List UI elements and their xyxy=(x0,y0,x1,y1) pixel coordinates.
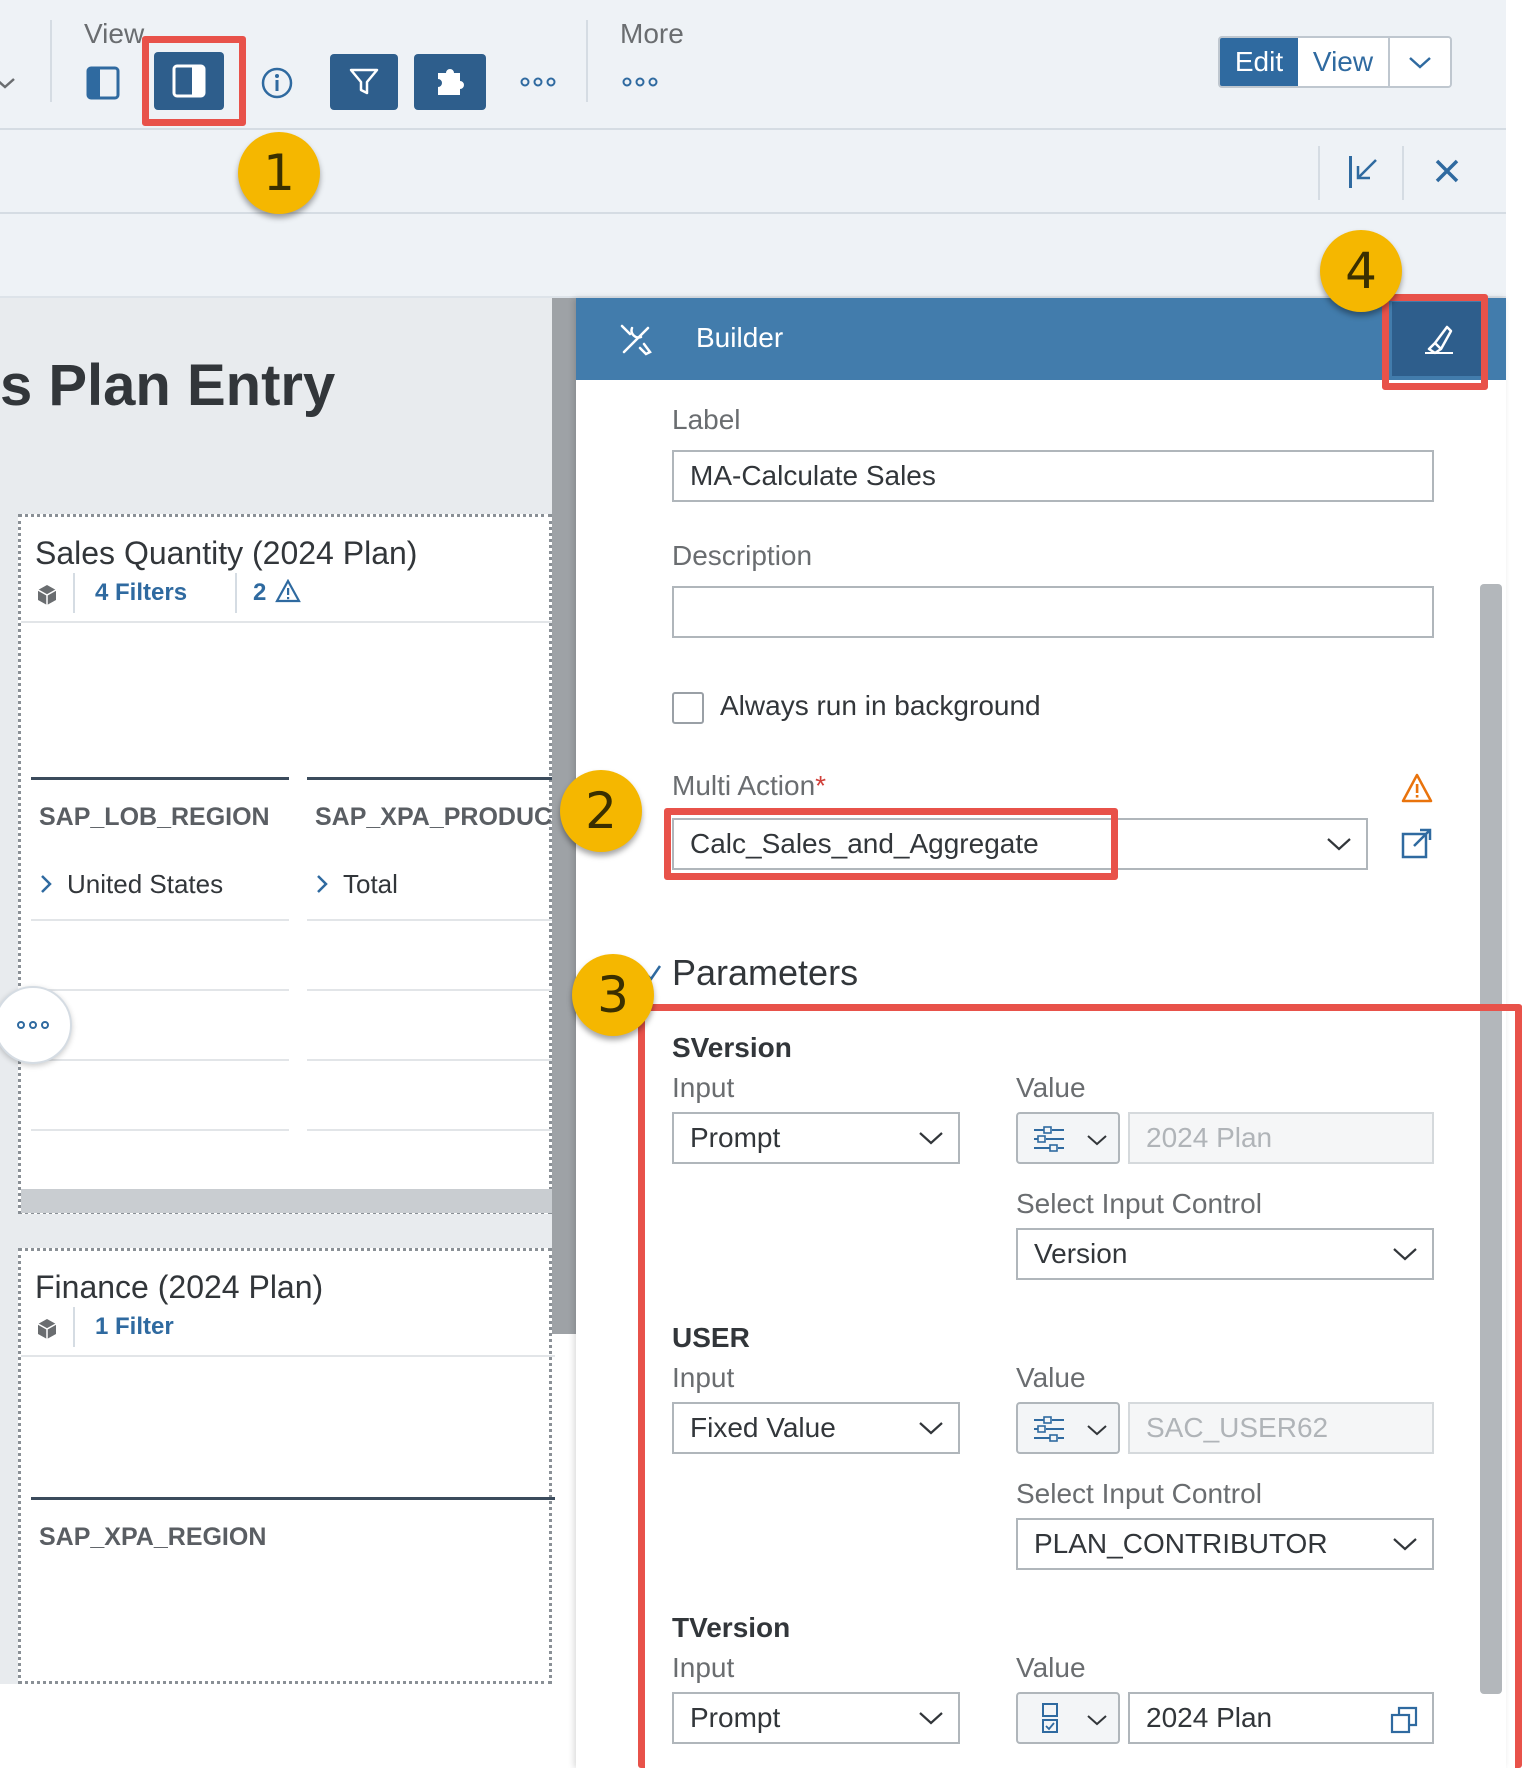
tools-icon xyxy=(620,324,652,356)
sales-quantity-table-card[interactable]: Sales Quantity (2024 Plan) 4 Filters 2 S… xyxy=(18,514,555,1214)
extensions-button[interactable] xyxy=(414,54,486,110)
column-header-rule xyxy=(31,1497,555,1500)
step-2-highlight xyxy=(664,808,1118,880)
divider xyxy=(21,1355,555,1357)
warning-icon[interactable] xyxy=(1400,772,1434,804)
row-divider xyxy=(307,1059,555,1061)
mode-segmented-button: Edit View xyxy=(1218,36,1452,88)
step-badge-4: 4 xyxy=(1320,230,1402,312)
toolbar-divider xyxy=(586,20,588,102)
column-header-lob-region[interactable]: SAP_LOB_REGION xyxy=(39,803,289,832)
filter-button[interactable] xyxy=(330,54,398,110)
divider xyxy=(73,1307,75,1347)
row-label: United States xyxy=(67,869,224,899)
view-overflow-button[interactable] xyxy=(520,76,556,88)
cube-icon xyxy=(37,1319,57,1339)
tertiary-bar xyxy=(0,214,1506,298)
collapse-arrow-icon xyxy=(1349,156,1377,188)
filter-icon xyxy=(349,68,379,95)
warning-icon xyxy=(275,578,301,603)
warnings-count-link[interactable]: 2 xyxy=(253,578,301,607)
close-button[interactable] xyxy=(1432,156,1462,186)
row-expand-united-states[interactable]: United States xyxy=(39,869,223,900)
bar-divider xyxy=(1318,146,1320,200)
chevron-down-icon xyxy=(1409,57,1431,69)
row-divider xyxy=(307,919,555,921)
chevron-down-icon xyxy=(1327,838,1351,851)
more-horizontal-icon xyxy=(17,1021,49,1029)
divider xyxy=(235,573,237,613)
step-badge-2: 2 xyxy=(560,770,642,852)
description-input[interactable] xyxy=(672,586,1434,638)
step-1-highlight xyxy=(142,36,246,126)
open-external-icon[interactable] xyxy=(1400,826,1434,860)
close-icon xyxy=(1435,159,1459,183)
builder-panel-title: Builder xyxy=(696,322,784,353)
row-divider xyxy=(31,919,289,921)
top-toolbar: View More Edit View xyxy=(0,0,1506,130)
always-run-background-label: Always run in background xyxy=(720,690,1041,721)
column-header-rule xyxy=(307,777,555,780)
step-4-highlight xyxy=(1382,294,1488,390)
info-button[interactable] xyxy=(260,66,294,100)
edit-mode-button[interactable]: Edit xyxy=(1220,38,1298,86)
row-divider xyxy=(31,989,289,991)
required-marker: * xyxy=(815,770,827,801)
row-divider xyxy=(31,1129,289,1131)
chevron-down-icon[interactable] xyxy=(0,72,16,94)
divider xyxy=(21,621,555,623)
more-overflow-button[interactable] xyxy=(622,76,658,88)
toolbar-divider xyxy=(50,20,52,102)
card-title: Finance (2024 Plan) xyxy=(35,1269,324,1305)
step-badge-1: 1 xyxy=(238,132,320,214)
row-divider xyxy=(307,989,555,991)
puzzle-icon xyxy=(438,69,464,95)
info-icon xyxy=(261,67,293,99)
filters-link[interactable]: 4 Filters xyxy=(95,579,187,607)
left-panel-icon xyxy=(86,66,120,100)
horizontal-scrollbar[interactable] xyxy=(21,1189,555,1213)
finance-table-card[interactable]: Finance (2024 Plan) 1 Filter SAP_XPA_REG… xyxy=(18,1248,555,1684)
card-title: Sales Quantity (2024 Plan) xyxy=(35,535,418,571)
multi-action-label: Multi Action* xyxy=(672,770,826,802)
description-field-label: Description xyxy=(672,540,813,571)
parameters-section-title: Parameters xyxy=(672,952,859,993)
column-header-xpa-product[interactable]: SAP_XPA_PRODUC xyxy=(315,803,555,832)
divider xyxy=(73,573,75,613)
cube-icon xyxy=(37,585,57,605)
label-input[interactable]: MA-Calculate Sales xyxy=(672,450,1434,502)
always-run-background-checkbox[interactable] xyxy=(672,692,704,724)
filters-link[interactable]: 1 Filter xyxy=(95,1313,174,1341)
mode-dropdown-button[interactable] xyxy=(1390,38,1450,86)
view-group-label: View xyxy=(84,18,145,49)
multi-action-label-text: Multi Action xyxy=(672,770,816,801)
collapse-panel-button[interactable] xyxy=(1346,152,1382,192)
more-horizontal-icon xyxy=(520,77,556,87)
more-horizontal-icon xyxy=(622,77,658,87)
step-3-highlight xyxy=(638,1004,1522,1768)
page-title: s Plan Entry xyxy=(0,353,336,418)
more-group-label: More xyxy=(620,18,684,49)
step-badge-3: 3 xyxy=(572,954,654,1036)
label-field-label: Label xyxy=(672,404,741,435)
left-panel-toggle-button[interactable] xyxy=(86,66,120,100)
bar-divider xyxy=(1402,146,1404,200)
column-header-xpa-region[interactable]: SAP_XPA_REGION xyxy=(39,1523,539,1552)
secondary-bar xyxy=(0,130,1506,214)
view-mode-button[interactable]: View xyxy=(1298,38,1390,86)
row-expand-total[interactable]: Total xyxy=(315,869,398,900)
row-label: Total xyxy=(343,869,398,899)
warnings-count: 2 xyxy=(253,579,267,606)
chevron-right-icon xyxy=(41,875,52,893)
row-divider xyxy=(307,1129,555,1131)
chevron-right-icon xyxy=(317,875,328,893)
row-divider xyxy=(31,1059,289,1061)
column-header-rule xyxy=(31,777,289,780)
